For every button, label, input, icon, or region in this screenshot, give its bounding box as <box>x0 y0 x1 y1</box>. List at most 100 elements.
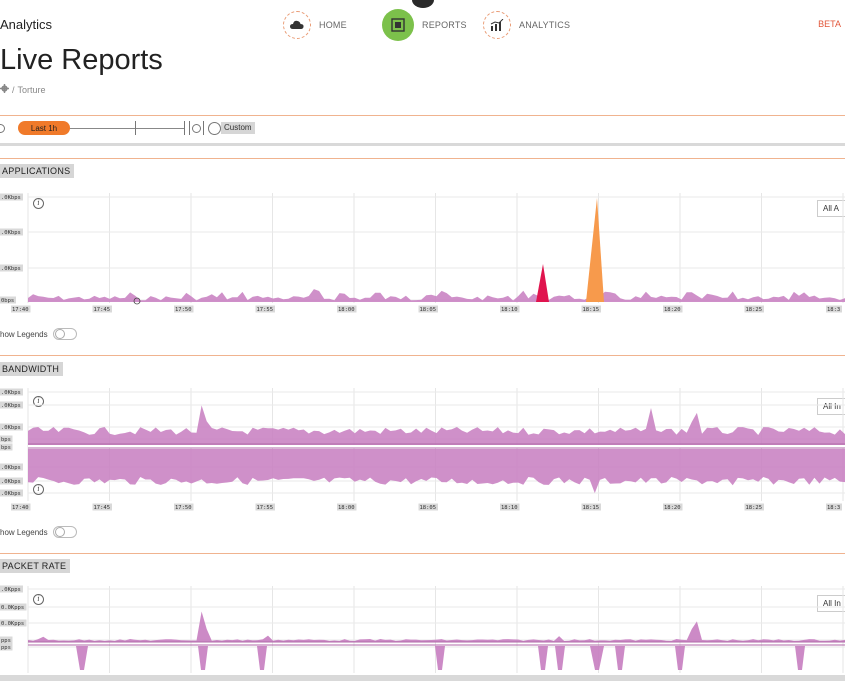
range-tick <box>184 121 185 135</box>
series-area <box>76 646 88 670</box>
app-title: Analytics <box>0 17 53 32</box>
legend-toggle-row: how Legends <box>0 327 77 341</box>
range-start-handle[interactable] <box>0 124 5 133</box>
nav-analytics-label: ANALYTICS <box>519 20 571 30</box>
x-tick-label: 17:40 <box>12 505 29 511</box>
x-tick-label: 18:15 <box>583 505 600 511</box>
series-area <box>28 611 845 642</box>
series-area <box>28 449 845 494</box>
x-tick-label: 18:00 <box>338 307 355 313</box>
x-tick-label: 18:3 <box>827 307 840 313</box>
divider <box>0 143 845 146</box>
x-tick-label: 17:55 <box>257 505 274 511</box>
y-tick-label: .0Kbps <box>1 266 21 272</box>
divider <box>0 158 845 159</box>
series-area <box>586 198 604 302</box>
nav-indicator <box>412 0 434 8</box>
divider <box>0 115 845 116</box>
show-legends-label: how Legends <box>0 527 48 537</box>
y-tick-label: bps <box>1 437 11 443</box>
x-tick-label: 17:45 <box>94 307 111 313</box>
series-area <box>28 289 845 302</box>
y-tick-label: pps <box>1 645 11 651</box>
x-tick-label: 17:40 <box>12 307 29 313</box>
applications-chart: .0Kbps .0Kbps .0Kbps 0bps 17:40 17:45 17:50 17:… <box>0 193 845 313</box>
x-tick-label: 18:25 <box>746 307 763 313</box>
x-tick-label: 18:05 <box>420 307 437 313</box>
beta-label: BETA <box>818 19 841 29</box>
breadcrumb-separator: / <box>12 84 15 95</box>
x-tick-label: 17:55 <box>257 307 274 313</box>
series-area <box>435 646 445 670</box>
x-tick-label: 18:10 <box>501 505 518 511</box>
x-tick-label: 17:45 <box>94 505 111 511</box>
section-title-packet-rate: PACKET RATE <box>0 559 71 573</box>
x-tick-label: 17:50 <box>175 505 192 511</box>
scrollbar[interactable] <box>0 675 845 681</box>
series-area <box>675 646 685 670</box>
report-icon <box>382 9 414 41</box>
y-tick-label: .0Kbps <box>1 491 21 497</box>
y-tick-label: .0Kbps <box>1 465 21 471</box>
series-area <box>198 646 208 670</box>
x-tick-label: 18:00 <box>338 505 355 511</box>
x-tick-label: 18:20 <box>664 505 681 511</box>
y-tick-label: .0Kpps <box>1 587 21 593</box>
range-selected-button[interactable]: Last 1h <box>18 121 70 135</box>
show-legends-toggle[interactable] <box>52 526 77 538</box>
range-tick <box>189 121 190 135</box>
y-tick-label: 0.0Kpps <box>1 621 24 627</box>
bandwidth-chart: .0Kbps .0Kbps .0Kbps bps bps .0Kbps .0Kbps .0Kb… <box>0 388 845 511</box>
series-area <box>257 646 267 670</box>
toggle-knob <box>54 527 65 537</box>
series-area <box>538 646 548 670</box>
x-tick-label: 18:10 <box>501 307 518 313</box>
y-tick-label: .0Kbps <box>1 195 21 201</box>
y-tick-label: pps <box>1 638 11 644</box>
nav-reports[interactable]: REPORTS <box>382 9 467 41</box>
custom-range-radio[interactable] <box>208 122 221 135</box>
toggle-knob <box>54 329 65 339</box>
x-tick-label: 18:3 <box>827 505 840 511</box>
nav-home-label: HOME <box>319 20 347 30</box>
nav-home[interactable]: HOME <box>283 9 347 41</box>
y-tick-label: 0bps <box>1 298 14 304</box>
series-area <box>28 405 845 445</box>
page-title: Live Reports <box>0 44 163 76</box>
y-tick-label: bps <box>1 445 11 451</box>
show-legends-toggle[interactable] <box>52 328 77 340</box>
show-legends-label: how Legends <box>0 329 48 339</box>
info-icon[interactable]: i <box>33 484 44 495</box>
series-area <box>536 264 549 302</box>
legend-toggle-row: how Legends <box>0 525 77 539</box>
x-tick-label: 18:20 <box>664 307 681 313</box>
y-tick-label: .0Kbps <box>1 230 21 236</box>
x-tick-label: 18:05 <box>420 505 437 511</box>
breadcrumb-item[interactable]: Torture <box>18 85 46 95</box>
range-tick <box>135 121 136 135</box>
section-title-bandwidth: BANDWIDTH <box>0 362 64 376</box>
custom-range-button[interactable]: Custom <box>221 122 255 134</box>
cloud-icon <box>283 11 311 39</box>
range-tick <box>203 121 204 135</box>
nav-reports-label: REPORTS <box>422 20 467 30</box>
range-option-radio[interactable] <box>192 124 201 133</box>
divider <box>0 355 845 356</box>
x-tick-label: 17:50 <box>175 307 192 313</box>
packet-rate-chart: .0Kpps 0.0Kpps 0.0Kpps ppspps <box>0 585 845 673</box>
y-tick-label: .0Kbps <box>1 425 21 431</box>
series-area <box>590 646 604 670</box>
divider <box>0 553 845 554</box>
bar-chart-icon <box>483 11 511 39</box>
x-tick-label: 18:25 <box>746 505 763 511</box>
x-tick-label: 18:15 <box>583 307 600 313</box>
y-tick-label: .0Kbps <box>1 390 21 396</box>
series-area <box>795 646 805 670</box>
section-title-applications: APPLICATIONS <box>0 164 75 178</box>
gear-icon[interactable] <box>0 84 9 95</box>
y-tick-label: .0Kbps <box>1 403 21 409</box>
nav-analytics[interactable]: ANALYTICS <box>483 9 570 41</box>
breadcrumb: / Torture <box>0 84 46 95</box>
y-tick-label: .0Kbps <box>1 479 21 485</box>
y-tick-label: 0.0Kpps <box>1 605 24 611</box>
